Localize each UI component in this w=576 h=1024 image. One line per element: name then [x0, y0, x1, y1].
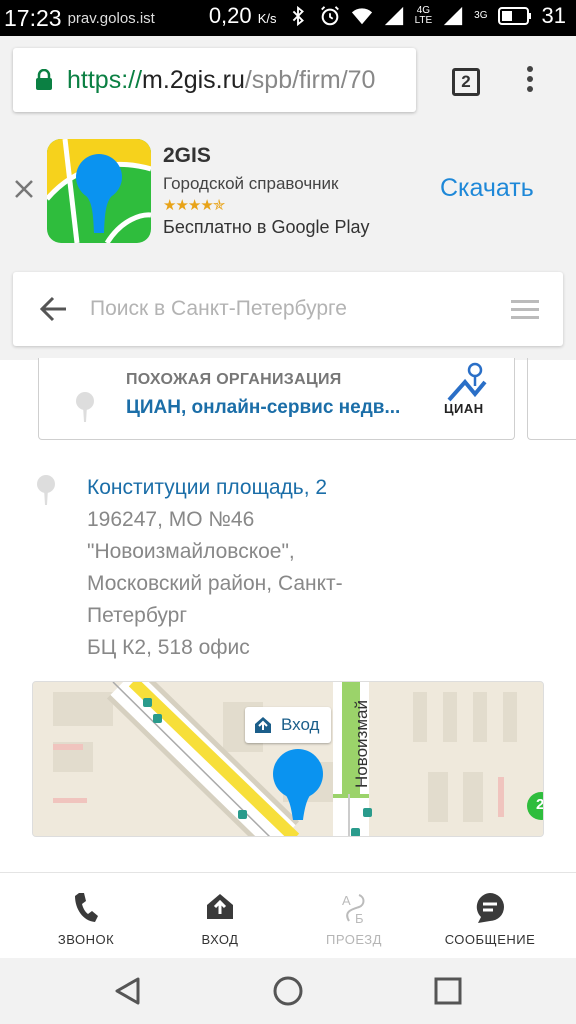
route-icon: АБ	[342, 893, 365, 925]
app-subtitle: Городской справочник	[163, 174, 339, 193]
recents-icon[interactable]	[432, 975, 464, 1007]
route-label: ПРОЕЗД	[326, 932, 382, 947]
bluetooth-icon	[292, 5, 304, 27]
map-canvas	[33, 682, 543, 836]
address-link[interactable]: Конституции площадь, 2	[87, 476, 327, 500]
network-type-bottom: LTE	[414, 15, 433, 26]
search-area: Поиск в Санкт-Петербурге	[0, 256, 576, 360]
back-icon[interactable]	[112, 975, 144, 1007]
network-speed-value: 0,20	[208, 3, 252, 28]
entrance-label: Вход	[281, 715, 320, 734]
network-speed: 0,20 K/s	[209, 3, 277, 29]
entrance-marker[interactable]: Вход	[245, 707, 331, 743]
wifi-icon	[351, 8, 372, 25]
location-pin-icon	[76, 392, 94, 422]
address-line: Московский район, Санкт-	[87, 572, 343, 595]
entrance-button[interactable]: ВХОД	[160, 873, 280, 959]
message-icon	[476, 893, 504, 923]
app-install-banner: 2GIS Городской справочник ★★★★✯ Бесплатн…	[0, 126, 576, 256]
battery-icon	[497, 7, 531, 25]
alarm-icon	[320, 6, 339, 26]
address-pin-icon	[37, 475, 55, 505]
call-label: ЗВОНОК	[57, 932, 115, 947]
status-bar: 17:23 prav.golos.ist 0,20 K/s 4G LTE 3G 3…	[0, 0, 576, 36]
address-line: 196247, МО №46	[87, 508, 255, 531]
call-button[interactable]: ЗВОНОК	[26, 873, 146, 959]
entrance-label: ВХОД	[201, 932, 239, 947]
message-label: СООБЩЕНИЕ	[444, 932, 536, 947]
rating-stars: ★★★★✯	[163, 197, 225, 214]
tab-switcher-button[interactable]: 2	[452, 68, 480, 96]
download-button[interactable]: Скачать	[440, 174, 534, 203]
menu-icon[interactable]	[511, 300, 539, 320]
search-box: Поиск в Санкт-Петербурге	[13, 272, 563, 346]
network-type: 4G LTE	[415, 6, 433, 26]
back-arrow-icon[interactable]	[39, 296, 67, 322]
similar-org-card[interactable]: ПОХОЖАЯ ОРГАНИЗАЦИЯ ЦИАН, онлайн-сервис …	[38, 358, 515, 440]
map-street-label: Новоизмай	[352, 700, 371, 788]
app-name: 2GIS	[163, 144, 211, 167]
2gis-app-logo	[47, 139, 151, 243]
similar-org-card-next[interactable]	[527, 358, 576, 440]
close-icon[interactable]	[13, 178, 35, 200]
message-button[interactable]: СООБЩЕНИЕ	[430, 873, 550, 959]
browser-menu-button[interactable]	[520, 66, 540, 100]
network-speed-unit: K/s	[257, 11, 277, 26]
network-type-2: 3G	[474, 10, 488, 21]
similar-org-label: ПОХОЖАЯ ОРГАНИЗАЦИЯ	[126, 371, 342, 388]
lock-icon	[36, 69, 52, 90]
store-text: Бесплатно в Google Play	[163, 217, 370, 237]
action-bar: ЗВОНОК ВХОД АБ ПРОЕЗД СООБЩЕНИЕ	[0, 872, 576, 958]
cian-logo-text: ЦИАН	[444, 401, 484, 416]
screen: 17:23 prav.golos.ist 0,20 K/s 4G LTE 3G 3…	[0, 0, 576, 1024]
url-scheme: https://	[67, 65, 143, 94]
status-time: 17:23	[4, 5, 62, 31]
entrance-icon	[207, 894, 233, 919]
signal-icon-2	[444, 6, 463, 26]
signal-icon	[384, 6, 403, 26]
system-nav-bar	[0, 958, 576, 1024]
search-input[interactable]: Поиск в Санкт-Петербурге	[90, 297, 347, 321]
browser-toolbar: https://m.2gis.ru/spb/firm/70 2	[0, 36, 576, 126]
svg-text:Б: Б	[355, 911, 364, 925]
url-text: https://m.2gis.ru/spb/firm/70	[67, 66, 375, 95]
svg-text:А: А	[342, 893, 351, 908]
battery-percent: 31	[541, 3, 566, 28]
home-icon[interactable]	[272, 975, 304, 1007]
watermark-text: prav.golos.ist	[67, 10, 155, 27]
address-line: БЦ К2, 518 офис	[87, 636, 250, 659]
route-button[interactable]: АБ ПРОЕЗД	[294, 873, 414, 959]
url-bar[interactable]: https://m.2gis.ru/spb/firm/70	[13, 48, 416, 112]
phone-icon	[75, 893, 98, 922]
similar-org-title[interactable]: ЦИАН, онлайн-сервис недв...	[126, 397, 400, 419]
url-path: /spb/firm/70	[244, 65, 376, 94]
address-line: Петербург	[87, 604, 187, 627]
address-line: "Новоизмайловское",	[87, 540, 295, 563]
url-host: m.2gis.ru	[142, 65, 245, 94]
map-badge-text: 2	[536, 796, 544, 813]
entrance-icon	[255, 717, 271, 733]
map-preview[interactable]: Новоизмай 2	[32, 681, 544, 837]
